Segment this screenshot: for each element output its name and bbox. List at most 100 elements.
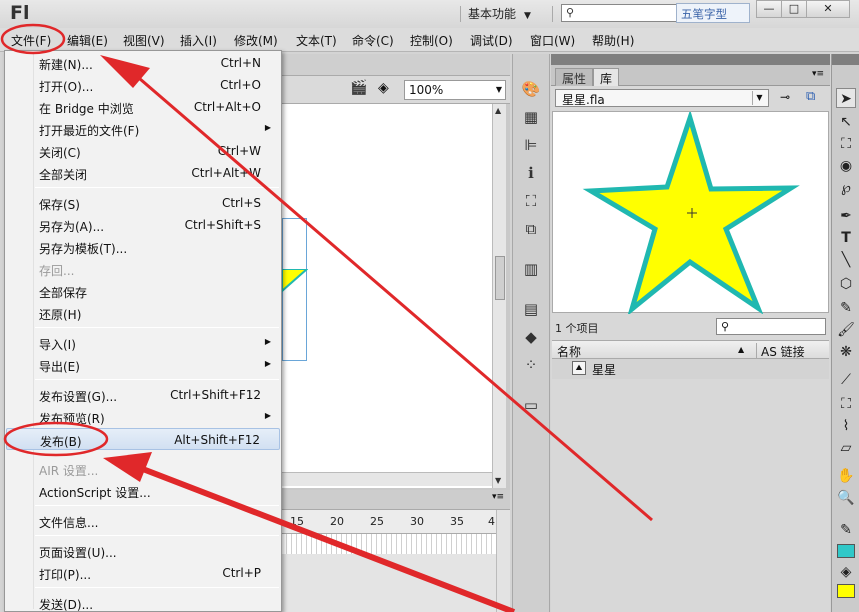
menu-item-page-setup[interactable]: 页面设置(U)... bbox=[6, 540, 280, 562]
menu-item-browse-bridge[interactable]: 在 Bridge 中浏览 Ctrl+Alt+O bbox=[6, 96, 280, 118]
actions-icon[interactable]: ▤ bbox=[521, 300, 541, 320]
transform-icon[interactable]: ⛶ bbox=[521, 192, 541, 212]
menu-item-print[interactable]: 打印(P)... Ctrl+P bbox=[6, 562, 280, 584]
eraser-tool-icon[interactable]: ▱ bbox=[836, 438, 856, 458]
menu-item-import[interactable]: 导入(I) ▶ bbox=[6, 332, 280, 354]
eyedropper-tool-icon[interactable]: ⌇ bbox=[836, 416, 856, 436]
menu-commands[interactable]: 命令(C) bbox=[352, 32, 394, 49]
lasso-tool-icon[interactable]: ℘ bbox=[836, 178, 856, 198]
component-inspector-icon[interactable]: ◆ bbox=[521, 328, 541, 348]
library-item-row[interactable]: ⛰ 星星 bbox=[552, 359, 829, 379]
panel-options-icon[interactable]: ▾≡ bbox=[812, 69, 824, 79]
workspace-switcher[interactable]: 基本功能 ▼ bbox=[468, 5, 531, 22]
swatches-grid-icon[interactable]: ▦ bbox=[521, 108, 541, 128]
rectangle-tool-icon[interactable]: ⬡ bbox=[836, 274, 856, 294]
menu-item-revert[interactable]: 还原(H) bbox=[6, 302, 280, 324]
star-shape-partial[interactable] bbox=[282, 269, 308, 295]
search-icon: ⚲ bbox=[566, 6, 575, 19]
tab-properties[interactable]: 属性 bbox=[555, 68, 594, 86]
motion-presets-icon[interactable]: ⁘ bbox=[521, 356, 541, 376]
close-button[interactable]: ✕ bbox=[806, 0, 850, 18]
project-icon[interactable]: ▭ bbox=[521, 396, 541, 416]
minimize-button[interactable]: — bbox=[756, 0, 782, 18]
new-library-panel-icon[interactable]: ⧉ bbox=[806, 89, 815, 104]
menu-item-open[interactable]: 打开(O)... Ctrl+O bbox=[6, 74, 280, 96]
subselection-tool-icon[interactable]: ↖ bbox=[836, 112, 856, 132]
free-transform-tool-icon[interactable]: ⛶ bbox=[836, 134, 856, 154]
brush-tool-icon[interactable]: 🖌 bbox=[836, 320, 856, 340]
menu-item-publish-settings[interactable]: 发布设置(G)... Ctrl+Shift+F12 bbox=[6, 384, 280, 406]
timeline-ruler[interactable]: 15 20 25 30 35 4 bbox=[282, 510, 496, 534]
line-tool-icon[interactable]: ╲ bbox=[836, 250, 856, 270]
deco-tool-icon[interactable]: ❋ bbox=[836, 342, 856, 362]
bone-tool-icon[interactable]: ⟋ bbox=[836, 370, 856, 390]
zoom-select[interactable]: 100% ▼ bbox=[404, 80, 506, 100]
menu-item-publish[interactable]: 发布(B) Alt+Shift+F12 bbox=[6, 428, 280, 450]
sort-up-icon[interactable]: ▲ bbox=[738, 345, 744, 354]
menu-item-save-as-template[interactable]: 另存为模板(T)... bbox=[6, 236, 280, 258]
menu-item-file-info[interactable]: 文件信息... bbox=[6, 510, 280, 532]
menu-item-close-all[interactable]: 全部关闭 Ctrl+Alt+W bbox=[6, 162, 280, 184]
fill-color-swatch[interactable] bbox=[837, 584, 855, 598]
scroll-thumb[interactable] bbox=[495, 256, 505, 300]
menu-item-save-as[interactable]: 另存为(A)... Ctrl+Shift+S bbox=[6, 214, 280, 236]
column-linkage[interactable]: AS 链接 bbox=[756, 343, 805, 360]
menu-text[interactable]: 文本(T) bbox=[296, 32, 337, 49]
edit-scene-icon[interactable]: 🎬 bbox=[350, 80, 367, 96]
info-icon[interactable]: ℹ bbox=[521, 164, 541, 184]
column-name[interactable]: 名称 bbox=[557, 343, 581, 360]
panel-options-icon[interactable]: ▾≡ bbox=[492, 492, 504, 502]
stage-canvas[interactable] bbox=[282, 104, 492, 488]
timeline-scrollbar[interactable] bbox=[496, 510, 510, 612]
selection-tool-icon[interactable]: ➤ bbox=[836, 88, 856, 108]
pen-tool-icon[interactable]: ✒ bbox=[836, 206, 856, 226]
library-search-input[interactable]: ⚲ bbox=[716, 318, 826, 335]
menu-item-save-all[interactable]: 全部保存 bbox=[6, 280, 280, 302]
align-icon[interactable]: ⊫ bbox=[521, 136, 541, 156]
library-document-select[interactable]: 星星.fla ▼ bbox=[555, 89, 769, 107]
maximize-button[interactable]: □ bbox=[781, 0, 807, 18]
tab-library[interactable]: 库 bbox=[593, 68, 620, 86]
menu-view[interactable]: 视图(V) bbox=[123, 32, 165, 49]
help-search-input[interactable]: ⚲ bbox=[561, 4, 679, 22]
menu-item-send[interactable]: 发送(D)... bbox=[6, 592, 280, 612]
menu-item-label: 打印(P)... bbox=[39, 568, 92, 582]
paint-bucket-tool-icon[interactable]: ⛶ bbox=[836, 394, 856, 414]
menu-help[interactable]: 帮助(H) bbox=[592, 32, 634, 49]
panel-collapse-bar[interactable] bbox=[551, 54, 830, 65]
color-palette-icon[interactable]: 🎨 bbox=[521, 80, 541, 100]
menu-file[interactable]: 文件(F) bbox=[11, 32, 51, 49]
text-tool-icon[interactable]: T bbox=[836, 228, 856, 248]
scroll-up-icon[interactable]: ▲ bbox=[495, 106, 501, 115]
scroll-down-icon[interactable]: ▼ bbox=[495, 476, 501, 485]
stroke-color-swatch[interactable] bbox=[837, 544, 855, 558]
menu-edit[interactable]: 编辑(E) bbox=[67, 32, 108, 49]
menu-item-open-recent[interactable]: 打开最近的文件(F) ▶ bbox=[6, 118, 280, 140]
3d-rotation-tool-icon[interactable]: ◉ bbox=[836, 156, 856, 176]
menu-control[interactable]: 控制(O) bbox=[410, 32, 453, 49]
menu-modify[interactable]: 修改(M) bbox=[234, 32, 278, 49]
hand-tool-icon[interactable]: ✋ bbox=[836, 466, 856, 486]
stage-horizontal-scrollbar[interactable] bbox=[282, 472, 492, 486]
zoom-tool-icon[interactable]: 🔍 bbox=[836, 488, 856, 508]
edit-symbols-icon[interactable]: ◈ bbox=[378, 80, 389, 96]
menu-item-export[interactable]: 导出(E) ▶ bbox=[6, 354, 280, 376]
menu-item-label: 另存为模板(T)... bbox=[39, 242, 128, 256]
stage-vertical-scrollbar[interactable]: ▲ ▼ bbox=[492, 104, 506, 488]
pin-library-icon[interactable]: ⊸ bbox=[780, 90, 790, 104]
menu-item-close[interactable]: 关闭(C) Ctrl+W bbox=[6, 140, 280, 162]
menu-item-actionscript-settings[interactable]: ActionScript 设置... bbox=[6, 480, 280, 502]
menu-item-publish-preview[interactable]: 发布预览(R) ▶ bbox=[6, 406, 280, 428]
panel-collapse-bar[interactable] bbox=[832, 54, 859, 65]
pencil-tool-icon[interactable]: ✎ bbox=[836, 298, 856, 318]
menu-insert[interactable]: 插入(I) bbox=[180, 32, 217, 49]
timeline-frames[interactable] bbox=[282, 534, 496, 554]
menu-debug[interactable]: 调试(D) bbox=[470, 32, 513, 49]
scene-icon[interactable]: ⧉ bbox=[521, 220, 541, 240]
menu-item-label: 文件信息... bbox=[39, 516, 99, 530]
menu-item-air-settings: AIR 设置... bbox=[6, 458, 280, 480]
menu-window[interactable]: 窗口(W) bbox=[530, 32, 575, 49]
components-icon[interactable]: ▥ bbox=[521, 260, 541, 280]
menu-item-save[interactable]: 保存(S) Ctrl+S bbox=[6, 192, 280, 214]
menu-item-new[interactable]: 新建(N)... Ctrl+N bbox=[6, 52, 280, 74]
